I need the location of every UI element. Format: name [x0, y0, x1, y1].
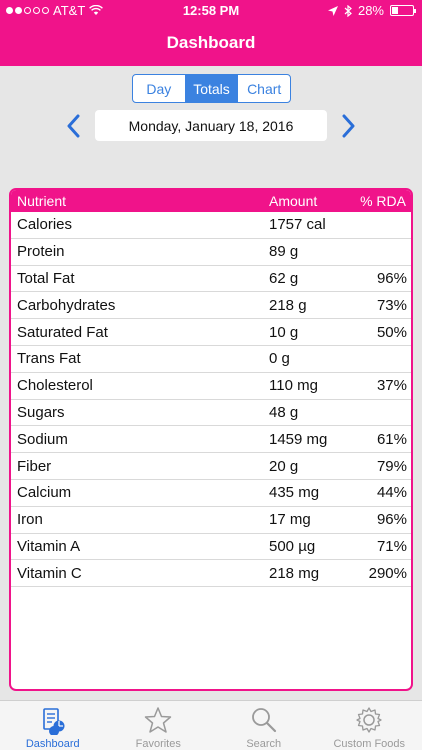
dashboard-icon — [42, 708, 65, 735]
tab-custom-foods[interactable]: Custom Foods — [317, 701, 422, 750]
rda-cell: 44% — [376, 484, 407, 502]
next-day-icon[interactable] — [336, 112, 360, 140]
status-bar: AT&T 12:58 PM 28% — [0, 0, 422, 22]
nutrient-cell: Fiber — [17, 457, 52, 475]
nutrient-cell: Trans Fat — [17, 350, 81, 368]
tab-favorites[interactable]: Favorites — [106, 701, 212, 750]
amount-cell: 20 g — [269, 457, 299, 475]
nutrient-cell: Carbohydrates — [17, 296, 116, 314]
rda-cell: 96% — [376, 269, 407, 287]
table-row: Sugars 48 g — [11, 400, 411, 427]
nutrient-cell: Calcium — [17, 484, 72, 502]
segment-day[interactable]: Day — [133, 75, 186, 102]
amount-cell: 62 g — [269, 269, 299, 287]
table-row: Iron 17 mg 96% — [11, 507, 411, 534]
amount-cell: 110 mg — [269, 377, 318, 395]
rda-cell: 61% — [376, 430, 407, 448]
nutrient-cell: Vitamin C — [17, 564, 82, 582]
table-row: Cholesterol 110 mg 37% — [11, 373, 411, 400]
table-row: Calories 1757 cal — [11, 212, 411, 239]
table-row: Carbohydrates 218 g 73% — [11, 292, 411, 320]
rda-cell: 96% — [376, 511, 407, 529]
rda-cell: 290% — [368, 564, 407, 582]
page-title: Dashboard — [166, 33, 256, 52]
table-row: Total Fat 62 g 96% — [11, 266, 411, 293]
tab-search[interactable]: Search — [211, 701, 317, 750]
table-header: Nutrient Amount % RDA — [11, 190, 411, 212]
nutrient-cell: Vitamin A — [17, 537, 81, 555]
table-row: Trans Fat 0 g — [11, 346, 411, 373]
header-amount: Amount — [269, 193, 318, 209]
previous-day-icon[interactable] — [62, 112, 86, 140]
amount-cell: 218 g — [269, 296, 307, 314]
tab-label: Dashboard — [25, 738, 80, 750]
rda-cell: 37% — [376, 377, 407, 395]
amount-cell: 17 mg — [269, 511, 311, 529]
amount-cell: 218 mg — [269, 564, 320, 582]
amount-cell: 1757 cal — [269, 216, 326, 234]
amount-cell: 48 g — [269, 403, 299, 421]
amount-cell: 435 mg — [269, 484, 320, 502]
date-selector[interactable]: Monday, January 18, 2016 — [95, 110, 327, 141]
tab-label: Custom Foods — [333, 738, 406, 750]
top-bar: AT&T 12:58 PM 28% Dashboard — [0, 0, 422, 66]
nutrient-cell: Calories — [17, 216, 73, 234]
battery-percent: 28% — [357, 3, 384, 18]
segment-chart[interactable]: Chart — [238, 75, 290, 102]
view-segmented-control: Day Totals Chart — [132, 74, 291, 103]
header-rda: % RDA — [360, 193, 406, 209]
table-row: Vitamin C 218 mg 290% — [11, 560, 411, 588]
gear-icon — [356, 707, 382, 733]
table-row: Protein 89 g — [11, 239, 411, 266]
amount-cell: 89 g — [269, 243, 299, 261]
nutrient-cell: Total Fat — [17, 269, 75, 287]
nutrient-cell: Sodium — [17, 430, 68, 448]
tab-label: Search — [246, 738, 282, 750]
tab-bar: Dashboard Favorites Search Custom Foods — [0, 700, 422, 750]
table-row: Fiber 20 g 79% — [11, 453, 411, 480]
amount-cell: 10 g — [269, 323, 299, 341]
nutrient-cell: Saturated Fat — [17, 323, 108, 341]
tab-label: Favorites — [135, 738, 181, 750]
amount-cell: 1459 mg — [269, 430, 328, 448]
rda-cell: 73% — [376, 296, 407, 314]
rda-cell: 50% — [376, 323, 407, 341]
amount-cell: 500 µg — [269, 537, 316, 555]
rda-cell: 79% — [376, 457, 407, 475]
table-row: Saturated Fat 10 g 50% — [11, 319, 411, 346]
search-icon — [251, 708, 276, 733]
amount-cell: 0 g — [269, 350, 290, 368]
star-icon — [145, 707, 172, 733]
nutrient-cell: Protein — [17, 243, 65, 261]
table-row: Vitamin A 500 µg 71% — [11, 534, 411, 561]
nutrient-cell: Iron — [17, 511, 43, 529]
battery-icon — [390, 5, 416, 16]
table-row: Calcium 435 mg 44% — [11, 480, 411, 507]
location-icon — [327, 5, 338, 16]
header-nutrient: Nutrient — [17, 193, 67, 209]
table-row: Sodium 1459 mg 61% — [11, 426, 411, 454]
tab-dashboard[interactable]: Dashboard — [0, 701, 106, 750]
nutrient-table: Nutrient Amount % RDA Calories 1757 cal Pr… — [9, 188, 413, 691]
nutrient-cell: Sugars — [17, 403, 65, 421]
segment-totals[interactable]: Totals — [185, 75, 239, 102]
rda-cell: 71% — [376, 537, 407, 555]
nutrient-cell: Cholesterol — [17, 377, 93, 395]
bluetooth-icon — [344, 4, 352, 17]
